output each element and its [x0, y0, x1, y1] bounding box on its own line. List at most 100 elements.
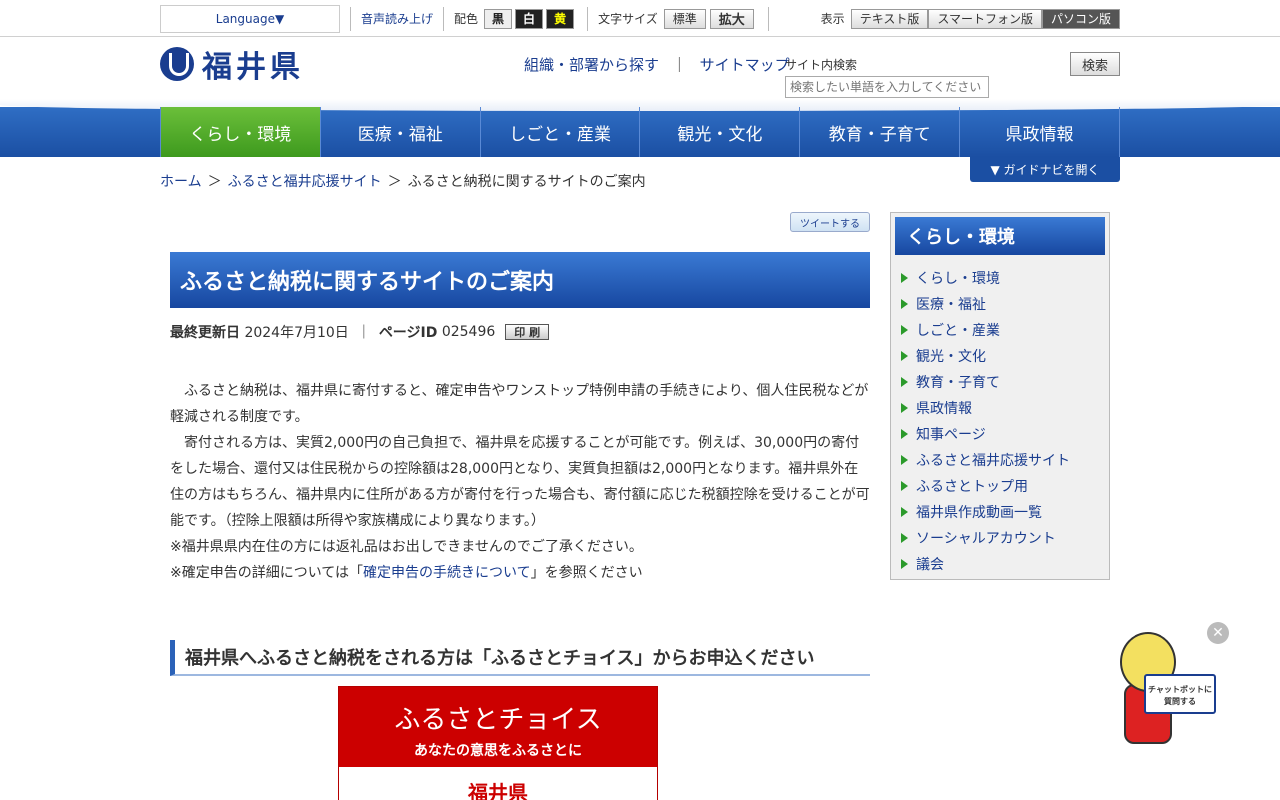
- nav-item-government[interactable]: 県政情報: [959, 107, 1120, 157]
- banner-prefecture: 福井県: [468, 781, 528, 800]
- view-pc-button[interactable]: パソコン版: [1041, 8, 1120, 29]
- triangle-right-icon: [901, 377, 908, 387]
- triangle-right-icon: [901, 299, 908, 309]
- paragraph: ふるさと納税は、福井県に寄付すると、確定申告やワンストップ特例申請の手続きにより…: [170, 383, 869, 425]
- sidebar-item-label: ふるさとトップ用: [916, 479, 1028, 495]
- note-text: ※確定申告の詳細については「: [170, 565, 364, 581]
- sidebar-item[interactable]: しごと・産業: [895, 317, 1105, 343]
- tweet-button[interactable]: ツイートする: [790, 212, 870, 232]
- triangle-right-icon: [901, 351, 908, 361]
- body-text: ふるさと納税は、福井県に寄付すると、確定申告やワンストップ特例申請の手続きにより…: [170, 378, 870, 586]
- sidebar-item-label: しごと・産業: [916, 323, 1000, 339]
- sidebar: くらし・環境 くらし・環境 医療・福祉 しごと・産業 観光・文化 教育・子育て …: [890, 212, 1110, 580]
- sidebar-item[interactable]: 教育・子育て: [895, 369, 1105, 395]
- sidebar-item-label: 知事ページ: [916, 427, 986, 443]
- triangle-right-icon: [901, 533, 908, 543]
- triangle-right-icon: [901, 559, 908, 569]
- sidebar-list: くらし・環境 医療・福祉 しごと・産業 観光・文化 教育・子育て 県政情報 知事…: [895, 265, 1105, 577]
- breadcrumb-parent[interactable]: ふるさと福井応援サイト: [228, 174, 382, 190]
- breadcrumb-sep: ＞: [207, 174, 222, 190]
- updated-value: 2024年7月10日: [244, 325, 349, 341]
- sidebar-item[interactable]: ふるさと福井応援サイト: [895, 447, 1105, 473]
- sidebar-item-label: くらし・環境: [916, 271, 1000, 287]
- search-button[interactable]: 検索: [1070, 52, 1120, 76]
- utility-bar: Language▼ 音声読み上げ 配色 黒 白 黄 文字サイズ 標準 拡大 表示…: [0, 0, 1280, 37]
- sidebar-item[interactable]: 福井県作成動画一覧: [895, 499, 1105, 525]
- breadcrumb-current: ふるさと納税に関するサイトのご案内: [407, 174, 646, 190]
- header-links: 組織・部署から探す ｜ サイトマップ: [524, 54, 790, 75]
- chatbot-widget[interactable]: ✕ チャットボットに質問する: [1110, 622, 1230, 752]
- divider: [350, 6, 351, 31]
- logo-text: 福井県: [202, 50, 304, 85]
- sidebar-item-label: 医療・福祉: [916, 297, 986, 313]
- tax-return-link[interactable]: 確定申告の手続きについて: [363, 565, 531, 581]
- org-search-link[interactable]: 組織・部署から探す: [524, 56, 659, 74]
- pageid-value: 025496: [441, 324, 496, 340]
- meta-separator: ｜: [356, 325, 371, 341]
- sidebar-item-label: 県政情報: [916, 401, 972, 417]
- color-label: 配色: [454, 12, 479, 26]
- global-nav: くらし・環境 医療・福祉 しごと・産業 観光・文化 教育・子育て 県政情報: [0, 99, 1280, 157]
- sidebar-item-label: ふるさと福井応援サイト: [916, 453, 1070, 469]
- guide-nav-button[interactable]: ▼ ガイドナビを開く: [970, 157, 1120, 182]
- divider: [767, 6, 769, 31]
- sitemap-link[interactable]: サイトマップ: [700, 56, 790, 74]
- sidebar-item[interactable]: 医療・福祉: [895, 291, 1105, 317]
- link-separator: ｜: [671, 56, 687, 74]
- page-title: ふるさと納税に関するサイトのご案内: [170, 252, 870, 308]
- triangle-right-icon: [901, 325, 908, 335]
- print-button[interactable]: 印 刷: [505, 324, 550, 340]
- search-input[interactable]: [785, 76, 989, 98]
- site-header: 福井県 組織・部署から探す ｜ サイトマップ サイト内検索 検索: [0, 37, 1280, 107]
- nav-item-education[interactable]: 教育・子育て: [799, 107, 959, 157]
- banner-subtitle: あなたの意思をふるさとに: [414, 743, 582, 759]
- color-white-button[interactable]: 白: [515, 8, 544, 29]
- nav-item-tourism[interactable]: 観光・文化: [639, 107, 799, 157]
- chatbot-sign[interactable]: チャットボットに質問する: [1144, 674, 1216, 714]
- sidebar-item-label: ソーシャルアカウント: [916, 531, 1056, 547]
- sidebar-title: くらし・環境: [895, 217, 1105, 255]
- color-black-button[interactable]: 黒: [484, 8, 513, 29]
- sidebar-item[interactable]: 議会: [895, 551, 1105, 577]
- triangle-right-icon: [901, 455, 908, 465]
- sidebar-item[interactable]: 県政情報: [895, 395, 1105, 421]
- sidebar-item[interactable]: ソーシャルアカウント: [895, 525, 1105, 551]
- close-icon[interactable]: ✕: [1207, 622, 1229, 644]
- nav-item-work[interactable]: しごと・産業: [479, 107, 640, 157]
- section-heading: 福井県へふるさと納税をされる方は「ふるさとチョイス」からお申込ください: [170, 640, 870, 676]
- page-meta: 最終更新日 2024年7月10日 ｜ ページID 025496 印 刷: [170, 322, 550, 342]
- nav-item-medical[interactable]: 医療・福祉: [319, 107, 480, 157]
- breadcrumb-sep: ＞: [387, 174, 402, 190]
- voice-reader-link[interactable]: 音声読み上げ: [361, 10, 433, 27]
- triangle-right-icon: [901, 481, 908, 491]
- breadcrumb-home[interactable]: ホーム: [160, 174, 202, 190]
- divider: [443, 6, 445, 31]
- sidebar-item-label: 観光・文化: [916, 349, 986, 365]
- font-normal-button[interactable]: 標準: [663, 8, 706, 29]
- sidebar-item[interactable]: くらし・環境: [895, 265, 1105, 291]
- view-smartphone-button[interactable]: スマートフォン版: [928, 8, 1042, 29]
- note-text: 」を参照ください: [530, 565, 643, 581]
- pageid-label: ページID: [378, 325, 438, 341]
- divider: [587, 6, 589, 31]
- content-area: ホーム ＞ ふるさと福井応援サイト ＞ ふるさと納税に関するサイトのご案内 ▼ ガイドナ…: [160, 157, 1120, 800]
- sidebar-item-label: 教育・子育て: [916, 375, 1000, 391]
- banner-title: ふるさとチョイス: [394, 705, 602, 735]
- sidebar-item[interactable]: ふるさとトップ用: [895, 473, 1105, 499]
- font-large-button[interactable]: 拡大: [709, 8, 754, 29]
- triangle-right-icon: [901, 403, 908, 413]
- sidebar-item[interactable]: 観光・文化: [895, 343, 1105, 369]
- banner-header: ふるさとチョイス あなたの意思をふるさとに: [339, 687, 657, 767]
- triangle-right-icon: [901, 429, 908, 439]
- breadcrumb: ホーム ＞ ふるさと福井応援サイト ＞ ふるさと納税に関するサイトのご案内: [160, 171, 646, 191]
- triangle-right-icon: [901, 273, 908, 283]
- site-logo[interactable]: 福井県: [160, 42, 304, 86]
- view-text-button[interactable]: テキスト版: [850, 8, 929, 29]
- updated-label: 最終更新日: [170, 325, 240, 341]
- nav-item-living[interactable]: くらし・環境: [160, 107, 320, 157]
- color-yellow-button[interactable]: 黄: [546, 8, 575, 29]
- furusato-choice-banner[interactable]: ふるさとチョイス あなたの意思をふるさとに 福井県: [338, 686, 658, 800]
- note: ※確定申告の詳細については「確定申告の手続きについて」を参照ください: [170, 560, 870, 586]
- language-select[interactable]: Language▼: [160, 4, 340, 33]
- sidebar-item[interactable]: 知事ページ: [895, 421, 1105, 447]
